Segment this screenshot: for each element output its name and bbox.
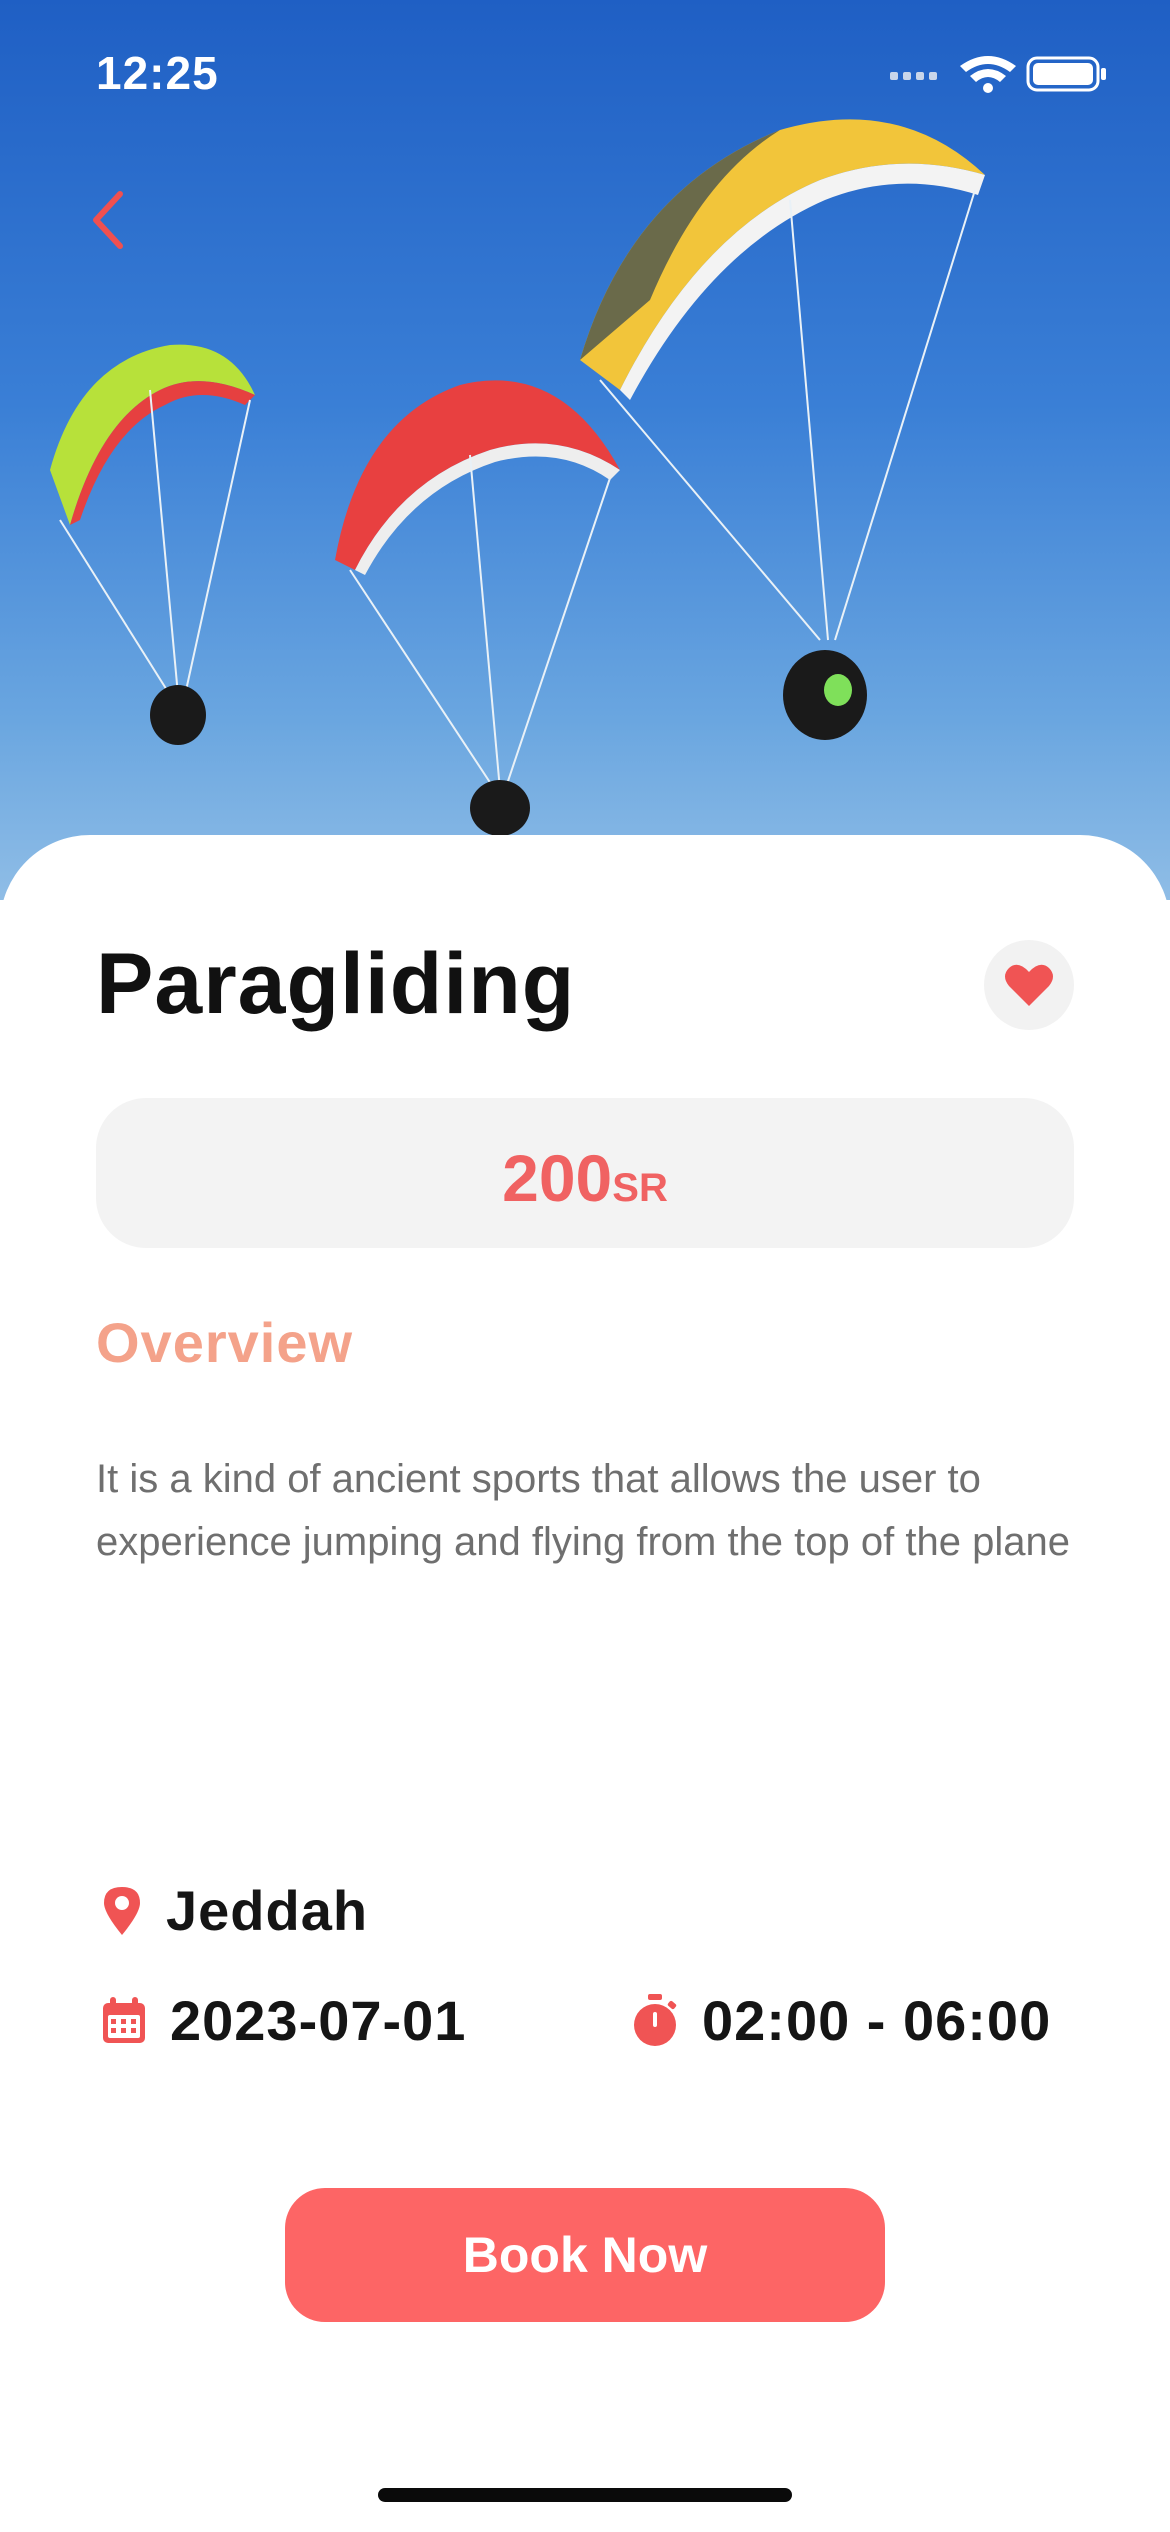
heart-icon (1005, 964, 1053, 1006)
price-label: 200SR (96, 1140, 1074, 1216)
book-now-button[interactable]: Book Now (285, 2188, 885, 2322)
battery-icon (1026, 56, 1106, 92)
time-row: 02:00 - 06:00 (630, 1988, 1051, 2053)
status-icons (890, 56, 1106, 93)
location-pin-icon (104, 1886, 140, 1935)
back-button[interactable] (70, 180, 150, 260)
stopwatch-icon (634, 1993, 677, 2046)
price-box: 200SR (96, 1098, 1074, 1248)
location-text: Jeddah (166, 1879, 369, 1942)
price-value: 200 (502, 1141, 613, 1215)
calendar-icon (103, 1996, 145, 2043)
cellular-signal-icon (890, 72, 937, 80)
wifi-icon (960, 56, 1016, 93)
chevron-left-icon (93, 191, 123, 249)
home-indicator[interactable] (378, 2488, 792, 2502)
location-row: Jeddah (100, 1878, 368, 1943)
time-range-text: 02:00 - 06:00 (702, 1989, 1052, 2052)
status-bar: 12:25 (0, 0, 1170, 150)
date-row: 2023-07-01 (100, 1988, 466, 2053)
overview-heading: Overview (96, 1311, 354, 1374)
status-time: 12:25 (96, 47, 219, 99)
favorite-button[interactable] (984, 940, 1074, 1030)
activity-title: Paragliding (96, 936, 576, 1032)
activity-description: It is a kind of ancient sports that allo… (96, 1457, 1070, 1564)
date-text: 2023-07-01 (170, 1989, 467, 2052)
price-currency: SR (612, 1166, 668, 1210)
